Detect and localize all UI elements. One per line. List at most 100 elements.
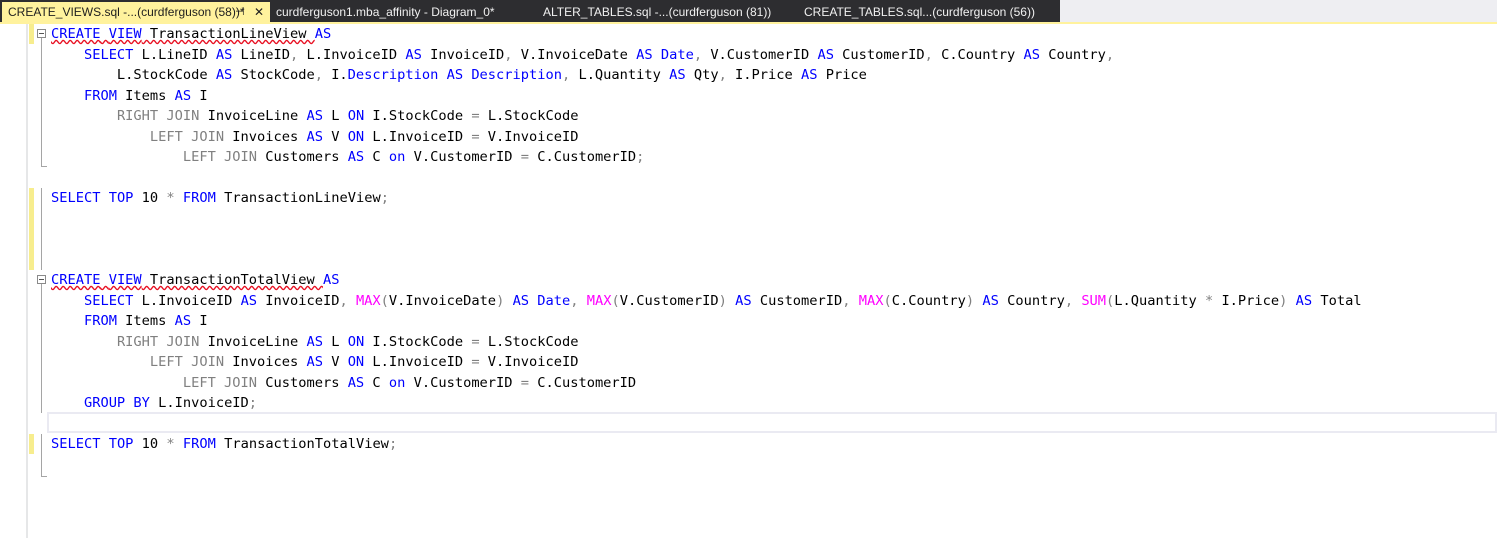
code-token: AS [800,67,818,83]
code-token: , [1064,292,1082,309]
code-token: Country [1039,46,1106,63]
code-token: Customers [257,149,348,165]
code-token: I [191,313,208,329]
code-token: on [388,149,406,165]
tab-create-tables[interactable]: CREATE_TABLES.sql...(curdferguson (56)) [804,2,1035,22]
code-token: InvoiceLine [199,333,307,350]
code-token: V.CustomerID [405,149,521,165]
code-token: ON [347,128,365,145]
code-token: 10 [133,436,167,452]
code-token: AS [1023,46,1040,63]
code-token: ( [380,292,389,309]
tab-alter-tables[interactable]: ALTER_TABLES.sql -...(curdferguson (81)) [543,2,771,22]
code-token: V.InvoiceID [479,128,579,145]
code-token: I.StockCode [364,108,472,124]
code-line[interactable]: SELECT TOP 10 * FROM TransactionLineView… [51,188,389,208]
code-token: V.CustomerID [405,374,521,391]
code-token: , [570,292,587,309]
code-token: Date [660,46,694,63]
code-token: , [561,67,579,83]
code-line[interactable]: SELECT TOP 10 * FROM TransactionTotalVie… [51,434,397,454]
outline-end [41,166,47,167]
code-line[interactable]: GROUP BY L.InvoiceID; [51,393,257,413]
collapse-icon[interactable] [37,275,46,284]
code-token: AS [347,374,365,391]
pin-icon[interactable]: ⊣ [235,2,245,22]
code-token: VIEW [108,272,142,288]
document-tab-bar: CREATE_VIEWS.sql -...(curdferguson (58))… [0,0,1497,24]
code-token: C [364,374,389,391]
code-token: L.StockCode [479,333,579,350]
code-line[interactable]: SELECT L.LineID AS LineID, L.InvoiceID A… [51,45,1114,65]
code-token: VIEW [108,26,142,42]
collapse-icon[interactable] [37,29,46,38]
code-token: L.Quantity [578,67,670,83]
code-token: AS [322,272,340,288]
tab-diagram[interactable]: curdferguson1.mba_affinity - Diagram_0* [276,2,495,22]
tab-label: curdferguson1.mba_affinity - Diagram_0* [276,5,495,19]
code-line[interactable]: RIGHT JOIN InvoiceLine AS L ON I.StockCo… [51,332,579,352]
code-line[interactable]: FROM Items AS I [51,86,208,106]
code-token: I.Price [735,67,801,83]
code-token: GROUP BY [83,395,150,411]
code-line[interactable]: LEFT JOIN Invoices AS V ON L.InvoiceID =… [51,127,579,147]
code-line[interactable]: SELECT L.InvoiceID AS InvoiceID, MAX(V.I… [51,291,1362,311]
code-token: TransactionTotalView [215,436,389,452]
code-token: Description [347,67,439,83]
code-token: TransactionLineView [215,190,381,206]
code-token: AS [215,46,233,63]
code-line[interactable]: LEFT JOIN Customers AS C on V.CustomerID… [51,373,636,393]
code-token: I.Price [1213,292,1280,309]
code-token: AS [306,108,323,124]
tab-create-views[interactable]: CREATE_VIEWS.sql -...(curdferguson (58))… [2,2,270,22]
code-token: I [191,87,208,104]
code-token: MAX [858,292,884,309]
code-line[interactable]: FROM Items AS I [51,311,208,331]
code-token: Items [116,87,175,104]
code-token: LEFT JOIN [182,149,258,165]
change-marker [29,24,34,44]
code-token: L.InvoiceID [364,354,472,370]
code-token: = [471,128,480,145]
code-token: , [504,46,521,63]
code-token: ON [347,108,365,124]
code-token: , [842,292,859,309]
code-token: L.LineID [133,46,216,63]
code-line[interactable]: LEFT JOIN Invoices AS V ON L.InvoiceID =… [51,352,579,372]
code-token: , [339,292,356,309]
code-token: MAX [355,292,381,309]
code-token: AS [817,46,834,63]
code-line[interactable]: L.StockCode AS StockCode, I.Description … [51,65,867,85]
code-token: ( [883,292,892,309]
code-line[interactable]: LEFT JOIN Customers AS C on V.CustomerID… [51,147,645,167]
code-line[interactable]: CREATE VIEW TransactionLineView AS [51,24,331,44]
code-token: = [471,333,480,350]
code-token: Country [998,292,1065,309]
code-line[interactable]: CREATE VIEW TransactionTotalView AS [51,270,339,290]
code-token: C.CustomerID [529,374,637,391]
code-token: AS [215,67,233,83]
code-token: C [364,149,389,165]
code-token: = [520,374,530,391]
code-token: InvoiceLine [199,108,307,124]
code-token: CustomerID [833,46,925,63]
outline-end [41,476,47,477]
code-token: SELECT [83,46,134,63]
code-token: MAX [586,292,612,309]
outline-line [41,284,42,413]
current-line-highlight [47,412,1497,433]
code-line[interactable]: RIGHT JOIN InvoiceLine AS L ON I.StockCo… [51,106,579,126]
code-token: InvoiceID [257,292,340,309]
code-token: = [471,354,480,370]
code-token: , [924,46,942,63]
code-token: I. [331,67,348,83]
close-icon[interactable]: ✕ [254,2,264,22]
